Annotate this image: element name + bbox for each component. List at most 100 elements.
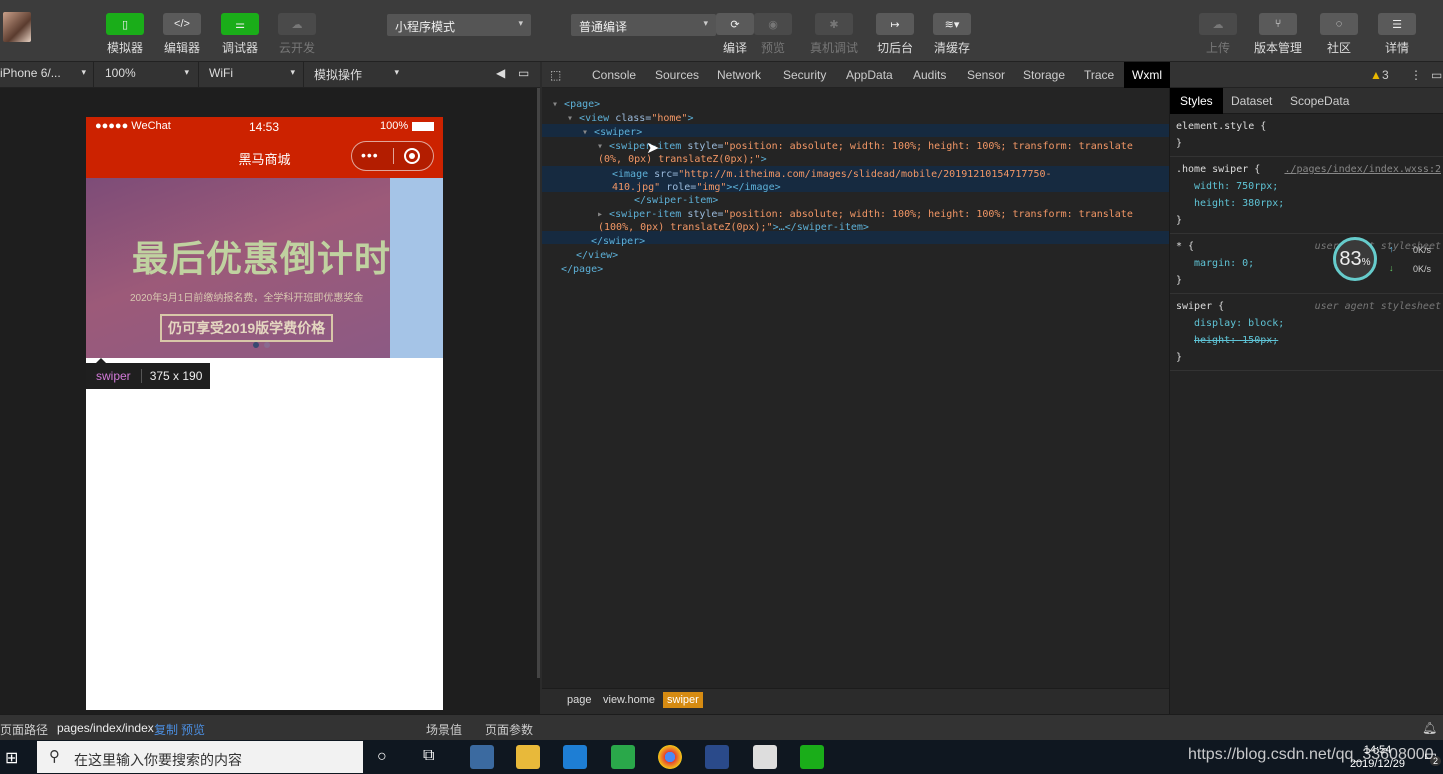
tab-dataset[interactable]: Dataset <box>1231 94 1272 108</box>
tab-styles[interactable]: Styles <box>1170 88 1223 114</box>
chat-icon: ◌ <box>1320 13 1358 35</box>
scene-button[interactable]: 场景值 <box>426 721 462 738</box>
tab-trace[interactable]: Trace <box>1084 62 1114 88</box>
cloud-dev-button[interactable]: ☁ 云开发 <box>269 13 325 56</box>
simulator-button[interactable]: ▯ 模拟器 <box>97 13 153 56</box>
wechat-devtools-icon[interactable] <box>800 745 824 769</box>
branch-icon: ⑂ <box>1259 13 1297 35</box>
source-link[interactable]: ./pages/index/index.wxss:2 <box>1284 161 1441 178</box>
inspect-icon[interactable]: ⬚ <box>550 62 561 88</box>
warning-icon[interactable]: ▲ <box>1370 62 1382 88</box>
swiper-dot[interactable] <box>264 342 270 348</box>
download-speed: 0K/s <box>1413 264 1432 274</box>
volume-icon[interactable]: ◀ <box>496 66 506 84</box>
tab-wxml[interactable]: Wxml <box>1124 62 1170 88</box>
breadcrumb: page view.home swiper <box>542 688 1169 714</box>
battery-label: 100% <box>380 120 409 132</box>
preview-link[interactable]: 预览 <box>181 721 205 738</box>
tab-scopedata[interactable]: ScopeData <box>1290 94 1349 108</box>
debugger-button[interactable]: ⚌ 调试器 <box>212 13 268 56</box>
capsule-menu[interactable]: ••• <box>351 141 434 171</box>
dom-node-swiper-item[interactable]: ▸ <swiper-item style="position: absolute… <box>597 208 1133 221</box>
chrome-icon[interactable] <box>658 745 682 769</box>
detach-icon[interactable]: ▭ <box>518 66 532 84</box>
breadcrumb-view-home[interactable]: view.home <box>603 694 655 706</box>
banner-badge: 仍可享受2019版学费价格 <box>160 314 334 342</box>
real-device-debug-button[interactable]: ✱ 真机调试 <box>806 13 862 56</box>
tab-console[interactable]: Console <box>592 62 636 88</box>
swiper-dot[interactable] <box>253 342 259 348</box>
dom-node-swiper-item[interactable]: ▾ <swiper-item style="position: absolute… <box>597 140 1133 153</box>
params-button[interactable]: 页面参数 <box>485 721 533 738</box>
bug-icon: ✱ <box>815 13 853 35</box>
copy-link[interactable]: 复制 <box>154 721 178 738</box>
close-circle-icon[interactable] <box>404 148 420 164</box>
layers-icon: ≋▾ <box>933 13 971 35</box>
windows-start-icon[interactable]: ⊞ <box>5 748 18 768</box>
tab-sources[interactable]: Sources <box>655 62 699 88</box>
simulator-toolbar: iPhone 6/... ▾ 100% ▾ WiFi ▾ 模拟操作 ▾ ◀ ▭ <box>0 62 540 88</box>
style-rule-swiper: swiper { user agent stylesheet display: … <box>1170 294 1443 371</box>
search-input[interactable]: ⚲ 在这里输入你要搜索的内容 <box>37 741 363 773</box>
powershell-icon[interactable] <box>705 745 729 769</box>
banner-slide: 最后优惠倒计时 2020年3月1日前缴纳报名费，全学科开班即优惠奖金 仍可享受2… <box>86 178 390 358</box>
swiper-banner[interactable]: 最后优惠倒计时 2020年3月1日前缴纳报名费，全学科开班即优惠奖金 仍可享受2… <box>86 178 443 358</box>
tab-security[interactable]: Security <box>783 62 826 88</box>
compile-select[interactable]: 普通编译 ▾ <box>571 14 716 36</box>
simulator-scrollbar[interactable] <box>537 88 540 678</box>
upload-speed: 0K/s <box>1413 245 1432 255</box>
zoom-select[interactable]: 100% ▾ <box>105 66 189 84</box>
details-button[interactable]: ☰ 详情 <box>1369 13 1425 56</box>
tab-audits[interactable]: Audits <box>913 62 946 88</box>
tab-sensor[interactable]: Sensor <box>967 62 1005 88</box>
dom-node-page[interactable]: ▾ <page> <box>552 98 600 111</box>
more-vert-icon[interactable]: ⋮ <box>1410 62 1422 88</box>
dom-node-image[interactable]: <image src="http://m.itheima.com/images/… <box>612 168 1052 181</box>
mode-select[interactable]: 小程序模式 ▾ <box>387 14 531 36</box>
styles-tabs: Styles Dataset ScopeData <box>1170 88 1443 114</box>
upload-arrow-icon: ↑ <box>1389 244 1394 254</box>
banner-subtitle: 2020年3月1日前缴纳报名费，全学科开班即优惠奖金 <box>130 293 364 304</box>
background-button[interactable]: ↦ 切后台 <box>867 13 923 56</box>
network-select[interactable]: WiFi ▾ <box>209 66 295 84</box>
cortana-icon[interactable]: ○ <box>377 748 387 766</box>
performance-gauge[interactable]: 83% <box>1333 237 1377 281</box>
typora-icon[interactable] <box>753 745 777 769</box>
hbuilder-icon[interactable] <box>611 745 635 769</box>
folder-icon[interactable] <box>516 745 540 769</box>
device-select[interactable]: iPhone 6/... ▾ <box>0 66 86 84</box>
version-button[interactable]: ⑂ 版本管理 <box>1250 13 1306 56</box>
app-icon[interactable] <box>470 745 494 769</box>
tab-network[interactable]: Network <box>717 62 761 88</box>
clear-cache-button[interactable]: ≋▾ 清缓存 <box>924 13 980 56</box>
bell-icon[interactable]: 🔔︎ <box>1422 721 1437 735</box>
cloud-upload-icon: ☁ <box>1199 13 1237 35</box>
dock-icon[interactable]: ▭ <box>1431 62 1442 88</box>
upload-button[interactable]: ☁ 上传 <box>1190 13 1246 56</box>
task-view-icon[interactable]: ⧉ <box>423 747 434 765</box>
sliders-icon: ⚌ <box>221 13 259 35</box>
chevron-down-icon: ▾ <box>394 67 399 77</box>
operation-select[interactable]: 模拟操作 ▾ <box>314 66 399 84</box>
switch-icon: ↦ <box>876 13 914 35</box>
dom-node-view[interactable]: ▾ <view class="home"> <box>567 112 693 125</box>
watermark: https://blog.csdn.net/qq_33608000 <box>1188 746 1434 763</box>
dom-node-swiper[interactable]: ▾ <swiper> <box>582 126 642 139</box>
breadcrumb-swiper[interactable]: swiper <box>663 692 703 708</box>
avatar[interactable] <box>3 12 31 42</box>
vscode-icon[interactable] <box>563 745 587 769</box>
status-bar: ●●●●● WeChat 14:53 100% <box>86 117 443 136</box>
nav-bar: 黑马商城 ••• <box>86 136 443 178</box>
editor-button[interactable]: </> 编辑器 <box>154 13 210 56</box>
page-path-label: 页面路径 <box>0 723 49 737</box>
tab-appdata[interactable]: AppData <box>846 62 893 88</box>
more-icon[interactable]: ••• <box>361 147 379 163</box>
style-rule-home-swiper: .home swiper { ./pages/index/index.wxss:… <box>1170 157 1443 234</box>
devtools-tabbar: ⬚ Console Sources Network Security AppDa… <box>542 62 1443 88</box>
tab-storage[interactable]: Storage <box>1023 62 1065 88</box>
chevron-down-icon: ▾ <box>518 18 523 28</box>
breadcrumb-page[interactable]: page <box>567 694 591 706</box>
community-button[interactable]: ◌ 社区 <box>1311 13 1367 56</box>
preview-button[interactable]: ◉ 预览 <box>745 13 801 56</box>
banner-title: 最后优惠倒计时 <box>132 238 392 279</box>
